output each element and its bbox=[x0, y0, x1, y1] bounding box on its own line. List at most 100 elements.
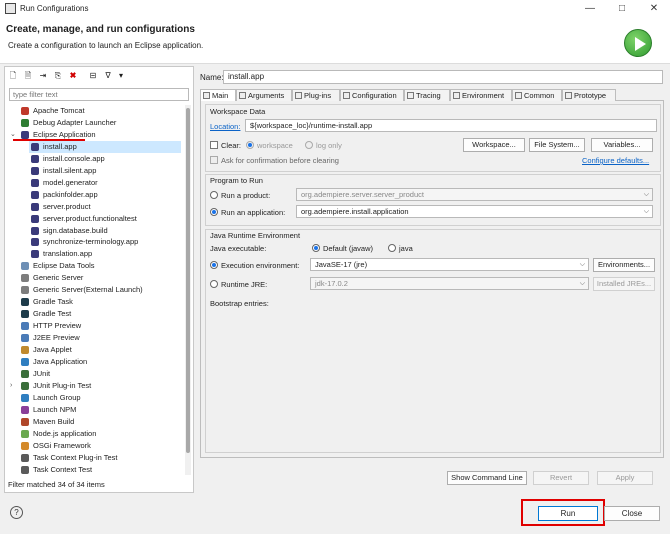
ask-confirmation-checkbox[interactable] bbox=[210, 156, 218, 164]
apply-button[interactable]: Apply bbox=[597, 471, 653, 485]
default-javaw-radio[interactable] bbox=[312, 244, 320, 252]
runtime-jre-radio[interactable] bbox=[210, 280, 218, 288]
tree-item[interactable]: model.generator bbox=[29, 177, 181, 189]
gradle-icon bbox=[21, 298, 29, 307]
show-command-line-button[interactable]: Show Command Line bbox=[447, 471, 527, 485]
environments-button[interactable]: Environments... bbox=[593, 258, 655, 272]
junit-icon bbox=[21, 369, 29, 378]
tab-configuration[interactable]: Configuration bbox=[340, 89, 404, 101]
tree-item[interactable]: Generic Server(External Launch) bbox=[19, 284, 181, 296]
tree-item[interactable]: server.product bbox=[29, 201, 181, 213]
tab-label: Environment bbox=[462, 91, 505, 100]
duplicate-icon[interactable]: ⎘ bbox=[53, 71, 63, 81]
eclipse-icon bbox=[31, 202, 39, 211]
tree-item[interactable]: install.silent.app bbox=[29, 165, 181, 177]
minimize-button[interactable]: — bbox=[574, 0, 606, 18]
export-icon[interactable]: ⇥ bbox=[38, 71, 48, 81]
tree-item[interactable]: packinfolder.app bbox=[29, 189, 181, 201]
tab-prototype[interactable]: Prototype bbox=[562, 89, 616, 101]
run-product-radio[interactable] bbox=[210, 191, 218, 199]
variables-button[interactable]: Variables... bbox=[591, 138, 653, 152]
tree-item[interactable]: Apache Tomcat bbox=[19, 105, 181, 117]
runtime-jre-select[interactable]: jdk-17.0.2 ⌵ bbox=[310, 277, 589, 290]
chevron-down-icon: ⌵ bbox=[643, 208, 649, 215]
tree-item[interactable]: Java Applet bbox=[19, 344, 181, 356]
name-input[interactable]: install.app bbox=[223, 70, 663, 84]
tree-item[interactable]: OSGi Framework bbox=[19, 440, 181, 452]
main-tab-panel: Workspace Data Location: ${workspace_loc… bbox=[200, 101, 664, 458]
chevron-right-icon[interactable]: › bbox=[10, 380, 12, 392]
tree-item[interactable]: Maven Build bbox=[19, 416, 181, 428]
new-prototype-icon[interactable]: 🗎 bbox=[23, 71, 33, 81]
file-system-button[interactable]: File System... bbox=[529, 138, 585, 152]
tree-item[interactable]: HTTP Preview bbox=[19, 320, 181, 332]
http-icon bbox=[21, 322, 29, 331]
tree-item[interactable]: Node.js application bbox=[19, 428, 181, 440]
tree-scrollbar[interactable] bbox=[185, 105, 191, 475]
tree-item[interactable]: sign.database.build bbox=[29, 225, 181, 237]
product-select[interactable]: org.adempiere.server.server_product ⌵ bbox=[296, 188, 653, 201]
tab-bar: Main Arguments Plug-ins Configuration Tr… bbox=[200, 89, 664, 102]
location-link[interactable]: Location: bbox=[210, 122, 240, 131]
installed-jres-button[interactable]: Installed JREs... bbox=[593, 277, 655, 291]
filter-icon[interactable]: ∇ bbox=[103, 71, 113, 81]
tree-item[interactable]: synchronize-terminology.app bbox=[29, 236, 181, 248]
tab-arguments[interactable]: Arguments bbox=[236, 89, 292, 101]
filter-input[interactable]: type filter text bbox=[9, 88, 189, 101]
tree-item[interactable]: Task Context Test bbox=[19, 464, 181, 476]
new-config-icon[interactable]: 🗋 bbox=[8, 71, 18, 81]
tree-item[interactable]: Eclipse Data Tools bbox=[19, 260, 181, 272]
jre-group: Java Runtime Environment Java executable… bbox=[205, 229, 661, 453]
application-select[interactable]: org.adempiere.install.application ⌵ bbox=[296, 205, 653, 218]
tree-item[interactable]: Java Application bbox=[19, 356, 181, 368]
tab-plugins[interactable]: Plug-ins bbox=[292, 89, 340, 101]
execution-environment-radio[interactable] bbox=[210, 261, 218, 269]
delete-icon[interactable]: ✖ bbox=[68, 71, 78, 81]
tree-item[interactable]: install.app bbox=[29, 140, 181, 153]
collapse-all-icon[interactable]: ⊟ bbox=[88, 71, 98, 81]
java-radio[interactable] bbox=[388, 244, 396, 252]
close-button[interactable]: Close bbox=[604, 506, 660, 521]
j2ee-icon bbox=[21, 334, 29, 343]
chevron-down-icon[interactable]: ▾ bbox=[116, 71, 126, 81]
tab-environment[interactable]: Environment bbox=[450, 89, 512, 101]
close-window-button[interactable]: ✕ bbox=[638, 0, 670, 18]
maximize-button[interactable]: □ bbox=[606, 0, 638, 18]
workspace-radio[interactable] bbox=[246, 141, 254, 149]
tree-item[interactable]: › JUnit Plug-in Test bbox=[10, 380, 181, 392]
location-input[interactable]: ${workspace_loc}/runtime-install.app bbox=[245, 119, 657, 132]
tree-item[interactable]: Debug Adapter Launcher bbox=[19, 117, 181, 129]
tree-item[interactable]: Generic Server bbox=[19, 272, 181, 284]
clear-label: Clear: bbox=[221, 141, 242, 150]
tree-item[interactable]: Gradle Task bbox=[19, 296, 181, 308]
tree-item[interactable]: install.console.app bbox=[29, 153, 181, 165]
configure-defaults-link[interactable]: Configure defaults... bbox=[582, 156, 649, 165]
tab-common[interactable]: Common bbox=[512, 89, 562, 101]
jre-group-title: Java Runtime Environment bbox=[210, 231, 301, 240]
workspace-button[interactable]: Workspace... bbox=[463, 138, 525, 152]
tracing-tab-icon bbox=[407, 92, 414, 99]
log-only-radio[interactable] bbox=[305, 141, 313, 149]
run-button[interactable]: Run bbox=[538, 506, 598, 521]
revert-button[interactable]: Revert bbox=[533, 471, 589, 485]
execution-environment-select[interactable]: JavaSE-17 (jre) ⌵ bbox=[310, 258, 589, 271]
tree-item[interactable]: Gradle Test bbox=[19, 308, 181, 320]
tree-item[interactable]: J2EE Preview bbox=[19, 332, 181, 344]
tree-item[interactable]: Launch NPM bbox=[19, 404, 181, 416]
tree-item[interactable]: Launch Group bbox=[19, 392, 181, 404]
tree-item[interactable]: translation.app bbox=[29, 248, 181, 260]
tab-tracing[interactable]: Tracing bbox=[404, 89, 450, 101]
clear-checkbox[interactable] bbox=[210, 141, 218, 149]
tab-label: Prototype bbox=[574, 91, 607, 100]
scrollbar-thumb[interactable] bbox=[186, 108, 190, 453]
ask-confirmation-label: Ask for confirmation before clearing bbox=[221, 156, 339, 165]
tree-item-label: sign.database.build bbox=[43, 225, 108, 235]
debug-adapter-icon bbox=[21, 118, 29, 127]
app-icon bbox=[5, 3, 16, 14]
tree-item[interactable]: server.product.functionaltest bbox=[29, 213, 181, 225]
help-icon[interactable]: ? bbox=[10, 506, 23, 519]
chevron-down-icon: ⌵ bbox=[643, 191, 649, 198]
tree-item[interactable]: JUnit bbox=[19, 368, 181, 380]
run-application-radio[interactable] bbox=[210, 208, 218, 216]
tree-item[interactable]: Task Context Plug-in Test bbox=[19, 452, 181, 464]
